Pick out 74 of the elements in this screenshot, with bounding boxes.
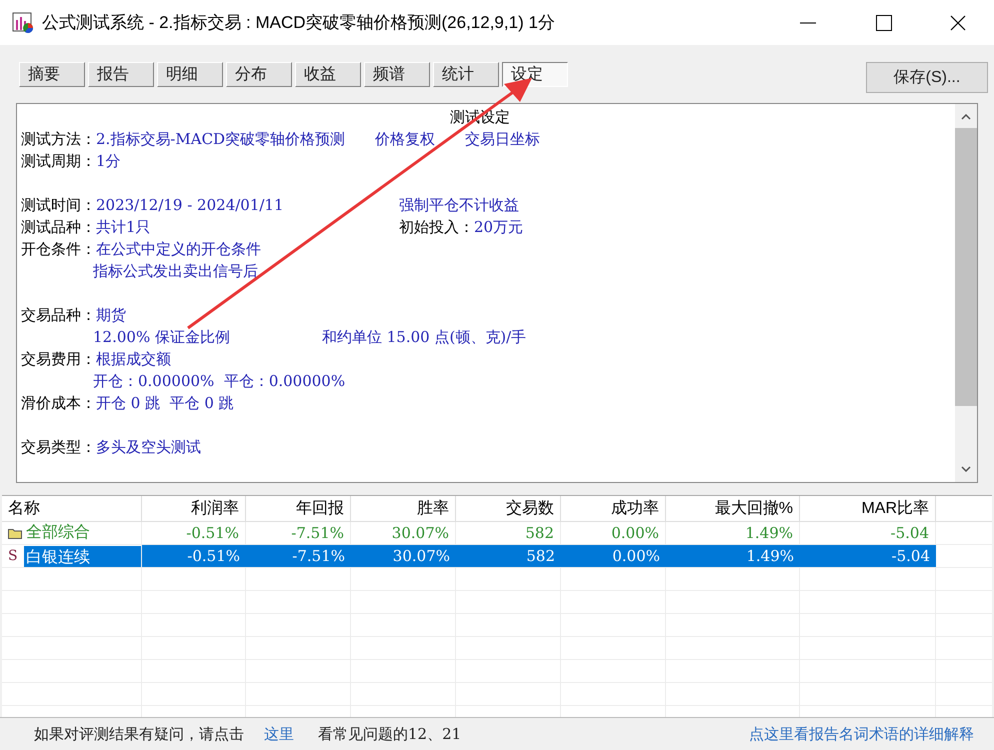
setting-value: 价格复权: [375, 128, 436, 150]
setting-value: 20万元: [474, 216, 524, 238]
table-cell: -0.51%: [142, 545, 246, 567]
folder-icon: [8, 528, 22, 538]
scrollbar-thumb[interactable]: [955, 128, 977, 406]
table-cell: 1.49%: [666, 522, 800, 544]
app-chart-icon: [12, 12, 34, 34]
setting-label: 初始投入：: [399, 216, 474, 238]
column-header[interactable]: 最大回撤%: [666, 496, 800, 521]
scroll-up-icon[interactable]: [961, 114, 971, 120]
setting-value: 根据成交额: [96, 348, 171, 370]
scroll-down-icon[interactable]: [961, 466, 971, 472]
table-cell: -0.51%: [142, 522, 246, 544]
table-cell: -7.51%: [246, 522, 351, 544]
column-header[interactable]: 交易数: [456, 496, 561, 521]
table-cell: -5.04: [800, 522, 936, 544]
maximize-icon[interactable]: [876, 14, 892, 30]
table-cell: 0.00%: [561, 522, 666, 544]
column-header[interactable]: 名称: [2, 496, 142, 521]
column-header[interactable]: 利润率: [142, 496, 246, 521]
row-name[interactable]: 白银连续: [24, 546, 141, 566]
save-button[interactable]: 保存(S)...: [866, 62, 988, 93]
setting-value: 强制平仓不计收益: [399, 194, 519, 216]
status-text: 看常见问题的12、21: [318, 724, 462, 745]
setting-value: 2023/12/19 - 2024/01/11: [96, 194, 284, 216]
table-cell: 0.00%: [561, 545, 666, 567]
column-header[interactable]: 年回报: [246, 496, 351, 521]
window-title: 公式测试系统 - 2.指标交易 : MACD突破零轴价格预测(26,12,9,1) 1分: [42, 12, 555, 34]
setting-value: 12.00% 保证金比例: [93, 326, 230, 348]
setting-value: 1分: [96, 150, 121, 172]
setting-value: 2.指标交易-MACD突破零轴价格预测: [96, 128, 346, 150]
setting-label: 交易品种：: [21, 304, 96, 326]
setting-label: 测试周期：: [21, 150, 96, 172]
column-header[interactable]: 成功率: [561, 496, 666, 521]
tab[interactable]: 摘要: [19, 62, 85, 87]
table-cell: -5.04: [800, 545, 936, 567]
setting-value: 开仓 0 跳 平仓 0 跳: [96, 392, 234, 414]
glossary-link[interactable]: 点这里看报告名词术语的详细解释: [749, 722, 974, 746]
table-cell: 582: [456, 545, 561, 567]
setting-value: 多头及空头测试: [96, 436, 201, 458]
table-cell: 30.07%: [351, 522, 456, 544]
row-type-letter: S: [8, 546, 19, 566]
setting-label: 交易类型：: [21, 436, 96, 458]
setting-value: 在公式中定义的开仓条件: [96, 238, 261, 260]
status-text: 如果对评测结果有疑问，请点击: [34, 724, 244, 745]
setting-value: 开仓：0.00000% 平仓：0.00000%: [93, 370, 346, 392]
column-header[interactable]: 胜率: [351, 496, 456, 521]
setting-label: 交易费用：: [21, 348, 96, 370]
setting-value: 交易日坐标: [465, 128, 540, 150]
close-icon[interactable]: [950, 14, 966, 30]
table-cell: 582: [456, 522, 561, 544]
help-link[interactable]: 这里: [264, 722, 294, 746]
column-header[interactable]: MAR比率: [800, 496, 936, 521]
table-cell: 30.07%: [351, 545, 456, 567]
setting-value: 期货: [96, 304, 126, 326]
table-cell: 1.49%: [666, 545, 800, 567]
setting-label: 开仓条件：: [21, 238, 96, 260]
tab[interactable]: 分布: [226, 62, 292, 87]
minimize-icon[interactable]: [800, 22, 816, 24]
row-name[interactable]: 全部综合: [24, 521, 141, 545]
tab[interactable]: 收益: [295, 62, 361, 87]
setting-label: 测试时间：: [21, 194, 96, 216]
tab[interactable]: 频谱: [364, 62, 430, 87]
setting-label: 测试方法：: [21, 128, 96, 150]
setting-label: 滑价成本：: [21, 392, 96, 414]
tab[interactable]: 报告: [88, 62, 154, 87]
table-cell: -7.51%: [246, 545, 351, 567]
setting-value: 指标公式发出卖出信号后: [93, 260, 258, 282]
scrollbar[interactable]: [955, 104, 977, 482]
setting-label: 测试品种：: [21, 216, 96, 238]
tab[interactable]: 统计: [433, 62, 499, 87]
tab[interactable]: 明细: [157, 62, 223, 87]
setting-value: 和约单位 15.00 点(顿、克)/手: [322, 326, 526, 348]
setting-value: 共计1只: [96, 216, 151, 238]
